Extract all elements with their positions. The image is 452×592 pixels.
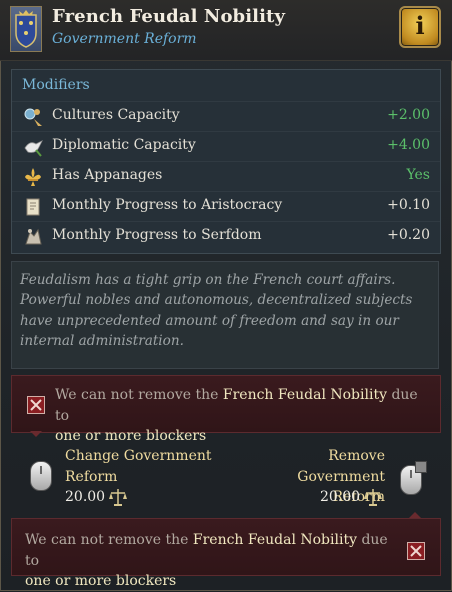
blocked-x-icon xyxy=(27,396,45,414)
modifier-row-progress-aristocracy: Monthly Progress to Aristocracy +0.10 xyxy=(12,191,440,222)
modifier-value: +0.10 xyxy=(387,197,430,213)
scroll-icon xyxy=(26,198,40,216)
modifier-row-has-appanages: Has Appanages Yes xyxy=(12,161,440,192)
tooltip-header: French Feudal Nobility Government Reform… xyxy=(0,0,452,61)
modifier-label: Has Appanages xyxy=(52,167,163,183)
modifier-row-progress-serfdom: Monthly Progress to Serfdom +0.20 xyxy=(12,221,440,252)
info-icon: i xyxy=(415,11,425,40)
fleur-de-lis-icon xyxy=(25,168,41,186)
legitimacy-scale-icon xyxy=(364,489,382,506)
reform-description: Feudalism has a tight grip on the French… xyxy=(11,261,439,369)
removal-blocked-warning: We can not remove the French Feudal Nobi… xyxy=(11,375,441,444)
warning-pointer xyxy=(30,431,42,437)
removal-blocked-warning: We can not remove the French Feudal Nobi… xyxy=(11,518,441,589)
legitimacy-scale-icon xyxy=(109,489,127,506)
modifier-label: Diplomatic Capacity xyxy=(52,137,196,153)
remove-reform-label-line1: Remove Government xyxy=(297,448,385,485)
blocked-x-icon xyxy=(407,542,425,560)
change-reform-label-line1: Change Government xyxy=(65,448,212,464)
warning-text: We can not remove the French Feudal Nobi… xyxy=(25,532,388,589)
modifier-value: +4.00 xyxy=(387,137,430,153)
change-reform-button[interactable]: Change Government Reform xyxy=(65,446,212,487)
dove-icon xyxy=(24,140,43,157)
remove-reform-cost: 20.00 xyxy=(320,489,361,505)
reform-subtitle: Government Reform xyxy=(52,31,197,47)
modifier-row-diplomatic-capacity: Diplomatic Capacity +4.00 xyxy=(12,131,440,162)
change-reform-cost: 20.00 xyxy=(65,489,106,505)
modifier-label: Monthly Progress to Aristocracy xyxy=(52,197,283,213)
modifiers-heading: Modifiers xyxy=(22,77,90,93)
reform-title: French Feudal Nobility xyxy=(52,6,286,27)
change-reform-label-line2: Reform xyxy=(65,468,118,485)
modifier-label: Cultures Capacity xyxy=(52,107,180,123)
info-button[interactable]: i xyxy=(399,6,441,48)
modifier-label: Monthly Progress to Serfdom xyxy=(52,227,262,243)
modifier-value: +0.20 xyxy=(387,227,430,243)
modifier-row-cultures-capacity: Cultures Capacity +2.00 xyxy=(12,101,440,132)
left-mouse-icon xyxy=(30,461,52,491)
modifier-value: Yes xyxy=(406,167,431,183)
coat-of-arms-icon xyxy=(10,6,42,52)
modifier-value: +2.00 xyxy=(387,107,430,123)
right-mouse-badge-icon xyxy=(415,461,427,473)
modifiers-panel: Modifiers Cultures Capacity +2.00 Diplom… xyxy=(11,69,441,254)
serf-icon xyxy=(25,228,42,245)
warning-text: We can not remove the French Feudal Nobi… xyxy=(55,387,418,444)
cultures-icon xyxy=(24,108,42,126)
